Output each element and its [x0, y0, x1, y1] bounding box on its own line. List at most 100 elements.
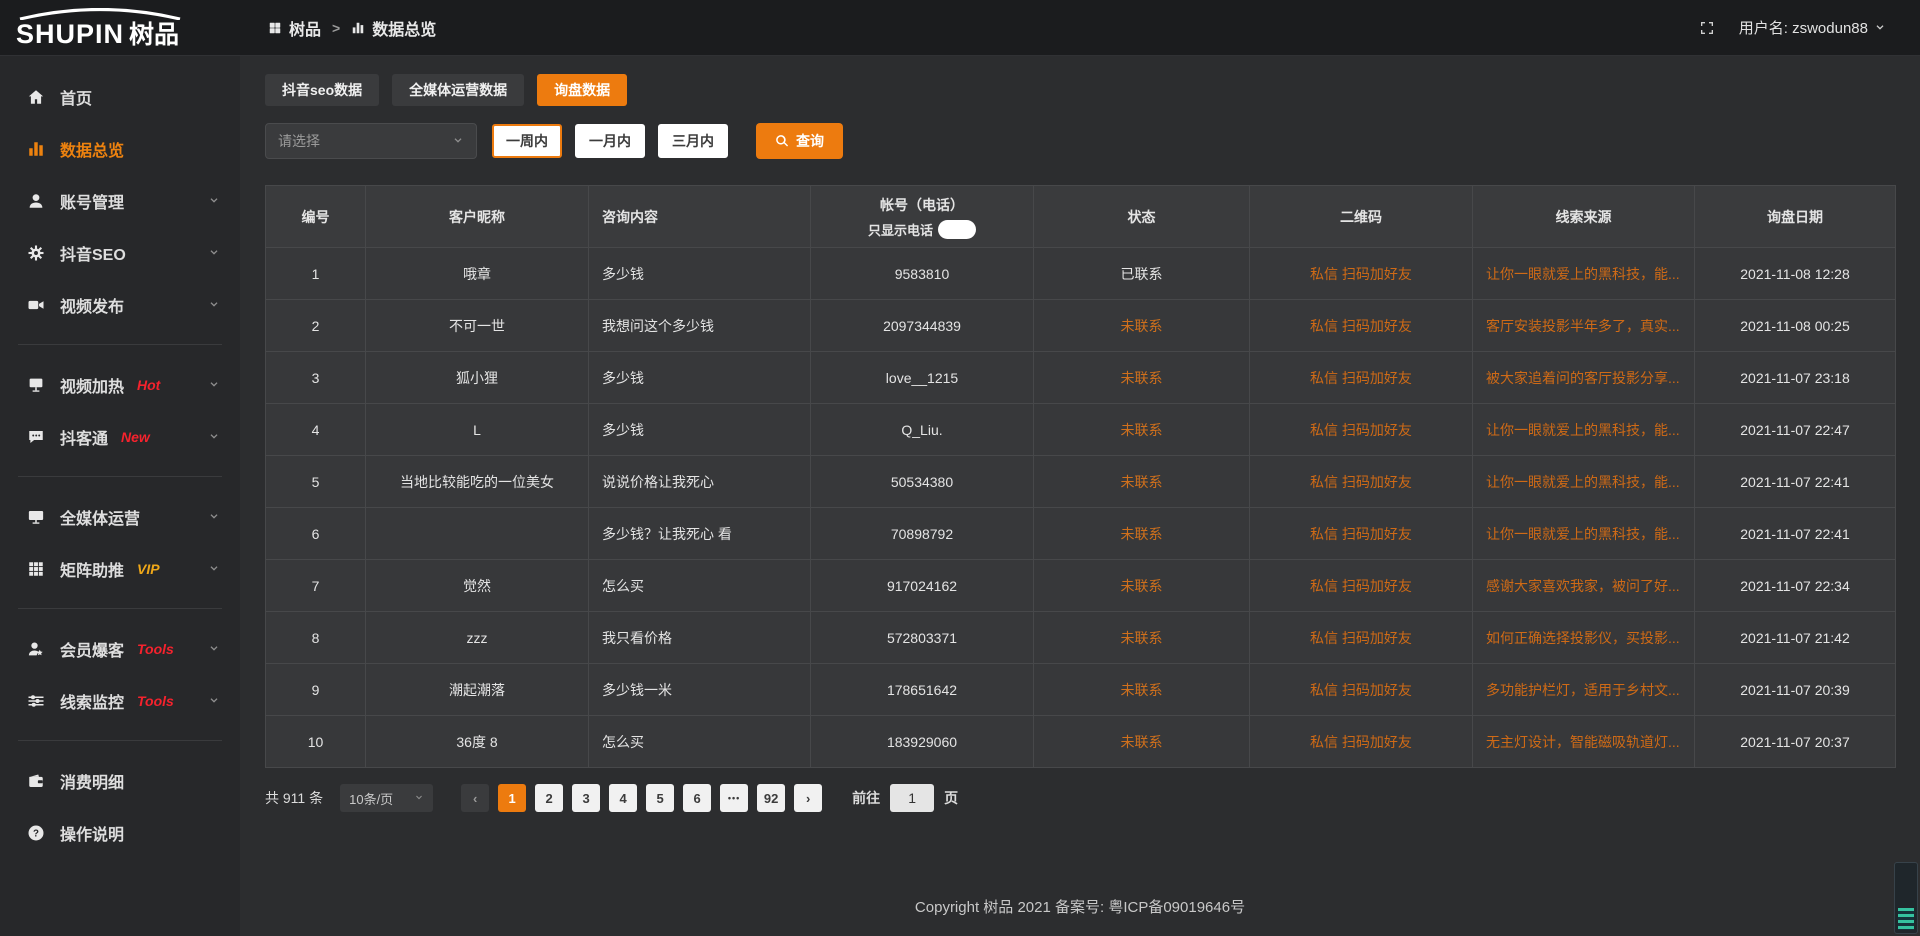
cell-account: 9583810 — [811, 248, 1034, 300]
sidebar-item[interactable]: 抖客通 New — [0, 412, 240, 462]
monitor-icon — [27, 508, 45, 526]
sidebar-item[interactable]: 账号管理 — [0, 176, 240, 226]
cell-qr-link[interactable]: 私信 扫码加好友 — [1250, 560, 1473, 612]
tab[interactable]: 询盘数据 — [537, 74, 627, 106]
cell-account: 70898792 — [811, 508, 1034, 560]
sidebar-item[interactable]: 抖音SEO — [0, 228, 240, 278]
cell-qr-link[interactable]: 私信 扫码加好友 — [1250, 716, 1473, 768]
table-header-row: 编号 客户昵称 咨询内容 帐号（电话） 只显示电话 状态 二维码 线索来源 询盘… — [266, 186, 1896, 248]
page-button[interactable]: 2 — [535, 784, 563, 812]
sidebar: 首页 数据总览 账号管理 抖音SEO — [0, 56, 240, 936]
sidebar-item-label: 视频发布 — [60, 293, 124, 317]
sidebar-item[interactable]: 全媒体运营 — [0, 492, 240, 542]
cell-source-link[interactable]: 无主灯设计，智能磁吸轨道灯... — [1473, 716, 1695, 768]
cell-number: 3 — [266, 352, 366, 404]
page-button[interactable]: 3 — [572, 784, 600, 812]
cell-source-link[interactable]: 被大家追着问的客厅投影分享... — [1473, 352, 1695, 404]
sidebar-item[interactable]: 线索监控 Tools — [0, 676, 240, 726]
range-button[interactable]: 三月内 — [658, 124, 728, 158]
tab[interactable]: 抖音seo数据 — [265, 74, 379, 106]
cell-source-link[interactable]: 让你一眼就爱上的黑科技，能... — [1473, 508, 1695, 560]
user-menu[interactable]: 用户名: zswodun88 — [1739, 17, 1886, 38]
sidebar-item[interactable]: 消费明细 — [0, 756, 240, 806]
cell-date: 2021-11-07 22:41 — [1695, 456, 1896, 508]
cell-content: 怎么买 — [589, 560, 811, 612]
cell-content: 多少钱 — [589, 404, 811, 456]
tab[interactable]: 全媒体运营数据 — [392, 74, 524, 106]
main-content: 抖音seo数据 全媒体运营数据 询盘数据 请选择 一周内 一月内 三月内 查询 — [240, 0, 1920, 936]
sidebar-item[interactable]: 视频发布 — [0, 280, 240, 330]
range-button[interactable]: 一月内 — [575, 124, 645, 158]
col-number: 编号 — [266, 186, 366, 248]
sidebar-item[interactable]: 数据总览 — [0, 124, 240, 174]
wallet-icon — [27, 772, 45, 790]
brand-logo[interactable]: SHUPIN 树品 — [0, 8, 240, 48]
cell-qr-link[interactable]: 私信 扫码加好友 — [1250, 664, 1473, 716]
next-page-button[interactable]: › — [794, 784, 822, 812]
breadcrumb-separator: > — [332, 20, 340, 36]
cell-source-link[interactable]: 感谢大家喜欢我家，被问了好... — [1473, 560, 1695, 612]
screen-icon — [27, 376, 45, 394]
cell-source-link[interactable]: 让你一眼就爱上的黑科技，能... — [1473, 404, 1695, 456]
cell-qr-link[interactable]: 私信 扫码加好友 — [1250, 456, 1473, 508]
breadcrumb: 树品 > 数据总览 — [268, 16, 436, 40]
cell-qr-link[interactable]: 私信 扫码加好友 — [1250, 508, 1473, 560]
breadcrumb-item-root[interactable]: 树品 — [289, 16, 321, 40]
search-button[interactable]: 查询 — [756, 123, 843, 159]
cell-date: 2021-11-07 21:42 — [1695, 612, 1896, 664]
sidebar-item[interactable]: 操作说明 — [0, 808, 240, 858]
cell-account: Q_Liu. — [811, 404, 1034, 456]
sidebar-item-label: 消费明细 — [60, 769, 124, 793]
cell-qr-link[interactable]: 私信 扫码加好友 — [1250, 248, 1473, 300]
fullscreen-icon[interactable] — [1699, 20, 1715, 36]
col-content: 咨询内容 — [589, 186, 811, 248]
table-row: 8 zzz 我只看价格 572803371 未联系 私信 扫码加好友 如何正确选… — [266, 612, 1896, 664]
phone-only-toggle[interactable] — [938, 220, 976, 239]
sidebar-item[interactable]: 视频加热 Hot — [0, 360, 240, 410]
page-button[interactable]: ••• — [720, 784, 748, 812]
gear-icon — [27, 244, 45, 262]
chevron-down-icon — [208, 563, 220, 575]
sidebar-item-badge: Tools — [137, 693, 174, 709]
sidebar-item-label: 全媒体运营 — [60, 505, 140, 529]
page-button[interactable]: 1 — [498, 784, 526, 812]
chevron-down-icon — [208, 247, 220, 259]
sidebar-item[interactable]: 首页 — [0, 72, 240, 122]
cell-qr-link[interactable]: 私信 扫码加好友 — [1250, 300, 1473, 352]
cell-qr-link[interactable]: 私信 扫码加好友 — [1250, 352, 1473, 404]
cell-source-link[interactable]: 让你一眼就爱上的黑科技，能... — [1473, 248, 1695, 300]
sidebar-item[interactable]: 会员爆客 Tools — [0, 624, 240, 674]
sidebar-item-label: 首页 — [60, 85, 92, 109]
sidebar-item[interactable]: 矩阵助推 VIP — [0, 544, 240, 594]
sidebar-item-label: 数据总览 — [60, 137, 124, 161]
page-button[interactable]: 4 — [609, 784, 637, 812]
logo-arc — [16, 8, 184, 20]
page-button[interactable]: 5 — [646, 784, 674, 812]
chat-icon — [27, 428, 45, 446]
cell-source-link[interactable]: 客厅安装投影半年多了，真实... — [1473, 300, 1695, 352]
cell-source-link[interactable]: 如何正确选择投影仪，买投影... — [1473, 612, 1695, 664]
cell-nickname: 哦章 — [366, 248, 589, 300]
cell-qr-link[interactable]: 私信 扫码加好友 — [1250, 404, 1473, 456]
page-button[interactable]: 92 — [757, 784, 785, 812]
cell-status: 未联系 — [1034, 508, 1250, 560]
range-button[interactable]: 一周内 — [492, 124, 562, 158]
page-button[interactable]: 6 — [683, 784, 711, 812]
cell-date: 2021-11-07 23:18 — [1695, 352, 1896, 404]
goto-page-input[interactable] — [890, 784, 934, 812]
cell-qr-link[interactable]: 私信 扫码加好友 — [1250, 612, 1473, 664]
cell-account: 917024162 — [811, 560, 1034, 612]
cell-date: 2021-11-08 12:28 — [1695, 248, 1896, 300]
sidebar-item-badge: Hot — [137, 377, 160, 393]
cell-source-link[interactable]: 让你一眼就爱上的黑科技，能... — [1473, 456, 1695, 508]
filter-select[interactable]: 请选择 — [265, 123, 477, 159]
prev-page-button[interactable]: ‹ — [461, 784, 489, 812]
sidebar-item-badge: VIP — [137, 561, 160, 577]
floating-widget-thumbnail[interactable] — [1894, 862, 1918, 934]
table-row: 3 狐小狸 多少钱 love__1215 未联系 私信 扫码加好友 被大家追着问… — [266, 352, 1896, 404]
cell-nickname: 觉然 — [366, 560, 589, 612]
page-size-value: 10条/页 — [349, 789, 393, 808]
cell-content: 多少钱一米 — [589, 664, 811, 716]
cell-source-link[interactable]: 多功能护栏灯，适用于乡村文... — [1473, 664, 1695, 716]
page-size-select[interactable]: 10条/页 — [340, 784, 433, 812]
